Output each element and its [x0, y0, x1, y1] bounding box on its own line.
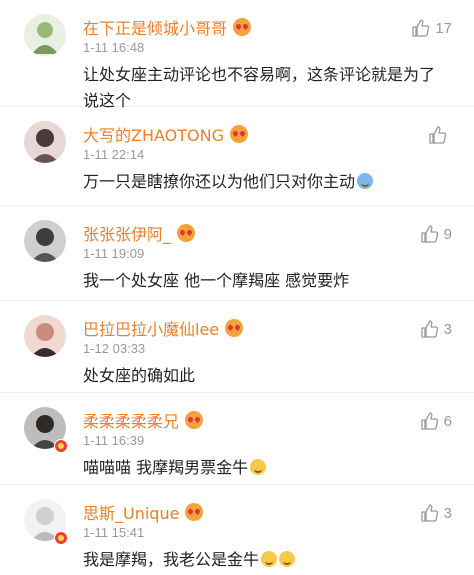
like-button[interactable]: 17 — [411, 18, 452, 38]
like-count: 3 — [443, 504, 452, 522]
avatar[interactable] — [24, 121, 66, 163]
thumbs-up-icon — [421, 504, 438, 522]
name-row: 思斯_Unique — [83, 500, 204, 524]
comment-text: 万一只是瞎撩你还以为他们只对你主动 — [83, 169, 443, 195]
like-button[interactable]: 3 — [420, 319, 452, 339]
like-count: 6 — [443, 412, 452, 430]
comment-item: 思斯_Unique 1-11 15:41 我是摩羯，我老公是金牛 3 — [0, 485, 474, 575]
username[interactable]: 思斯_Unique — [83, 500, 179, 524]
comment-item: 大写的ZHAOTONG 1-11 22:14 万一只是瞎撩你还以为他们只对你主动 — [0, 107, 474, 206]
username[interactable]: 张张张伊阿_ — [83, 221, 171, 245]
name-row: 在下正是倾城小哥哥 — [83, 15, 252, 39]
name-row: 大写的ZHAOTONG — [83, 123, 248, 145]
comment-item: 柔柔柔柔柔兄 1-11 16:39 喵喵喵 我摩羯男票金牛 6 — [0, 393, 474, 485]
grin-emoji-icon — [279, 551, 296, 567]
like-count: 9 — [443, 225, 452, 243]
thumbs-up-icon — [412, 19, 430, 37]
name-row: 张张张伊阿_ — [83, 221, 196, 245]
timestamp: 1-12 03:33 — [83, 341, 146, 356]
name-row: 巴拉巴拉小魔仙lee — [83, 316, 244, 340]
comment-text: 喵喵喵 我摩羯男票金牛 — [83, 455, 443, 481]
comment-list: 在下正是倾城小哥哥 1-11 16:48 让处女座主动评论也不容易啊，这条评论就… — [0, 0, 474, 575]
avatar[interactable] — [24, 315, 66, 357]
comment-text: 我是摩羯，我老公是金牛 — [83, 547, 443, 573]
avatar[interactable] — [24, 14, 66, 56]
timestamp: 1-11 16:39 — [83, 433, 145, 448]
dizzy-emoji-icon — [250, 459, 267, 475]
timestamp: 1-11 15:41 — [83, 525, 145, 540]
heart-eyes-emoji-icon — [185, 503, 204, 521]
heart-eyes-emoji-icon — [225, 319, 244, 337]
timestamp: 1-11 19:09 — [83, 246, 145, 261]
username[interactable]: 柔柔柔柔柔兄 — [83, 408, 179, 432]
comment-text: 处女座的确如此 — [83, 366, 196, 385]
username[interactable]: 大写的ZHAOTONG — [83, 122, 224, 146]
heart-eyes-emoji-icon — [230, 125, 248, 143]
like-count: 17 — [435, 19, 452, 37]
heart-eyes-emoji-icon — [185, 411, 204, 429]
like-button[interactable] — [428, 125, 452, 145]
comment-item: 巴拉巴拉小魔仙lee 1-12 03:33 处女座的确如此 3 — [0, 301, 474, 393]
comment-item: 在下正是倾城小哥哥 1-11 16:48 让处女座主动评论也不容易啊，这条评论就… — [0, 0, 474, 110]
like-button[interactable]: 6 — [420, 411, 452, 431]
like-count: 3 — [443, 320, 452, 338]
heart-eyes-emoji-icon — [177, 224, 196, 242]
vip-badge-icon — [54, 439, 68, 453]
avatar[interactable] — [24, 220, 66, 262]
username[interactable]: 在下正是倾城小哥哥 — [83, 15, 227, 39]
comment-item: 张张张伊阿_ 1-11 19:09 我一个处女座 他一个摩羯座 感觉要炸 9 — [0, 206, 474, 301]
grin-emoji-icon — [261, 551, 278, 567]
timestamp: 1-11 22:14 — [83, 147, 145, 162]
thumbs-up-icon — [429, 126, 447, 144]
heart-eyes-emoji-icon — [233, 18, 252, 36]
thumbs-up-icon — [421, 225, 438, 243]
sweat-emoji-icon — [357, 173, 374, 189]
timestamp: 1-11 16:48 — [83, 40, 145, 55]
vip-badge-icon — [54, 531, 68, 545]
like-button[interactable]: 9 — [420, 224, 452, 244]
thumbs-up-icon — [421, 412, 438, 430]
thumbs-up-icon — [421, 320, 438, 338]
name-row: 柔柔柔柔柔兄 — [83, 408, 204, 432]
like-button[interactable]: 3 — [420, 503, 452, 523]
comment-text: 我一个处女座 他一个摩羯座 感觉要炸 — [83, 271, 350, 290]
username[interactable]: 巴拉巴拉小魔仙lee — [83, 316, 219, 340]
